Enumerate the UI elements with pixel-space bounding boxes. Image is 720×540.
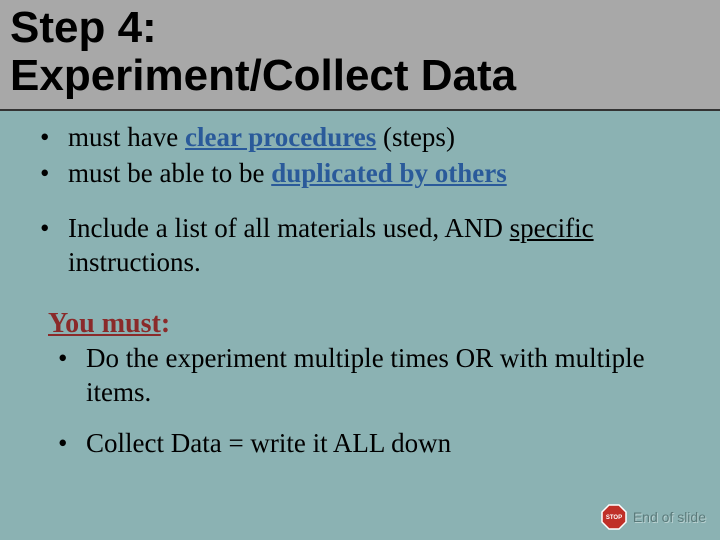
emphasis-duplicated: duplicated by others: [271, 158, 507, 188]
slide-header: Step 4: Experiment/Collect Data: [0, 0, 720, 111]
slide-title: Step 4: Experiment/Collect Data: [10, 4, 710, 101]
you-must-label: You must: [48, 308, 161, 340]
text: instructions.: [68, 247, 201, 277]
sub-bullet-multiple-times: Do the experiment multiple times OR with…: [58, 342, 700, 410]
text: must be able to be: [68, 158, 271, 188]
slide-footer: STOP End of slide: [601, 504, 706, 530]
underline-specific: specific: [510, 213, 594, 243]
you-must-colon: :: [161, 308, 170, 339]
end-of-slide-label: End of slide: [633, 509, 706, 525]
sub-bullet-collect-data: Collect Data = write it ALL down: [58, 427, 700, 461]
text: must have: [68, 122, 185, 152]
bullet-clear-procedures: must have clear procedures (steps): [40, 121, 700, 155]
main-list: must have clear procedures (steps) must …: [40, 121, 700, 280]
bullet-duplicated: must be able to be duplicated by others: [40, 157, 700, 191]
title-line-2: Experiment/Collect Data: [10, 51, 516, 100]
text: (steps): [376, 122, 455, 152]
svg-text:STOP: STOP: [606, 515, 622, 521]
sub-list: Do the experiment multiple times OR with…: [58, 342, 700, 461]
you-must-heading: You must:: [40, 282, 700, 340]
text: Include a list of all materials used, AN…: [68, 213, 510, 243]
stop-sign-icon: STOP: [601, 504, 627, 530]
emphasis-clear-procedures: clear procedures: [185, 122, 376, 152]
title-line-1: Step 4:: [10, 3, 157, 52]
slide-content: must have clear procedures (steps) must …: [0, 111, 720, 473]
bullet-materials: Include a list of all materials used, AN…: [40, 212, 700, 280]
